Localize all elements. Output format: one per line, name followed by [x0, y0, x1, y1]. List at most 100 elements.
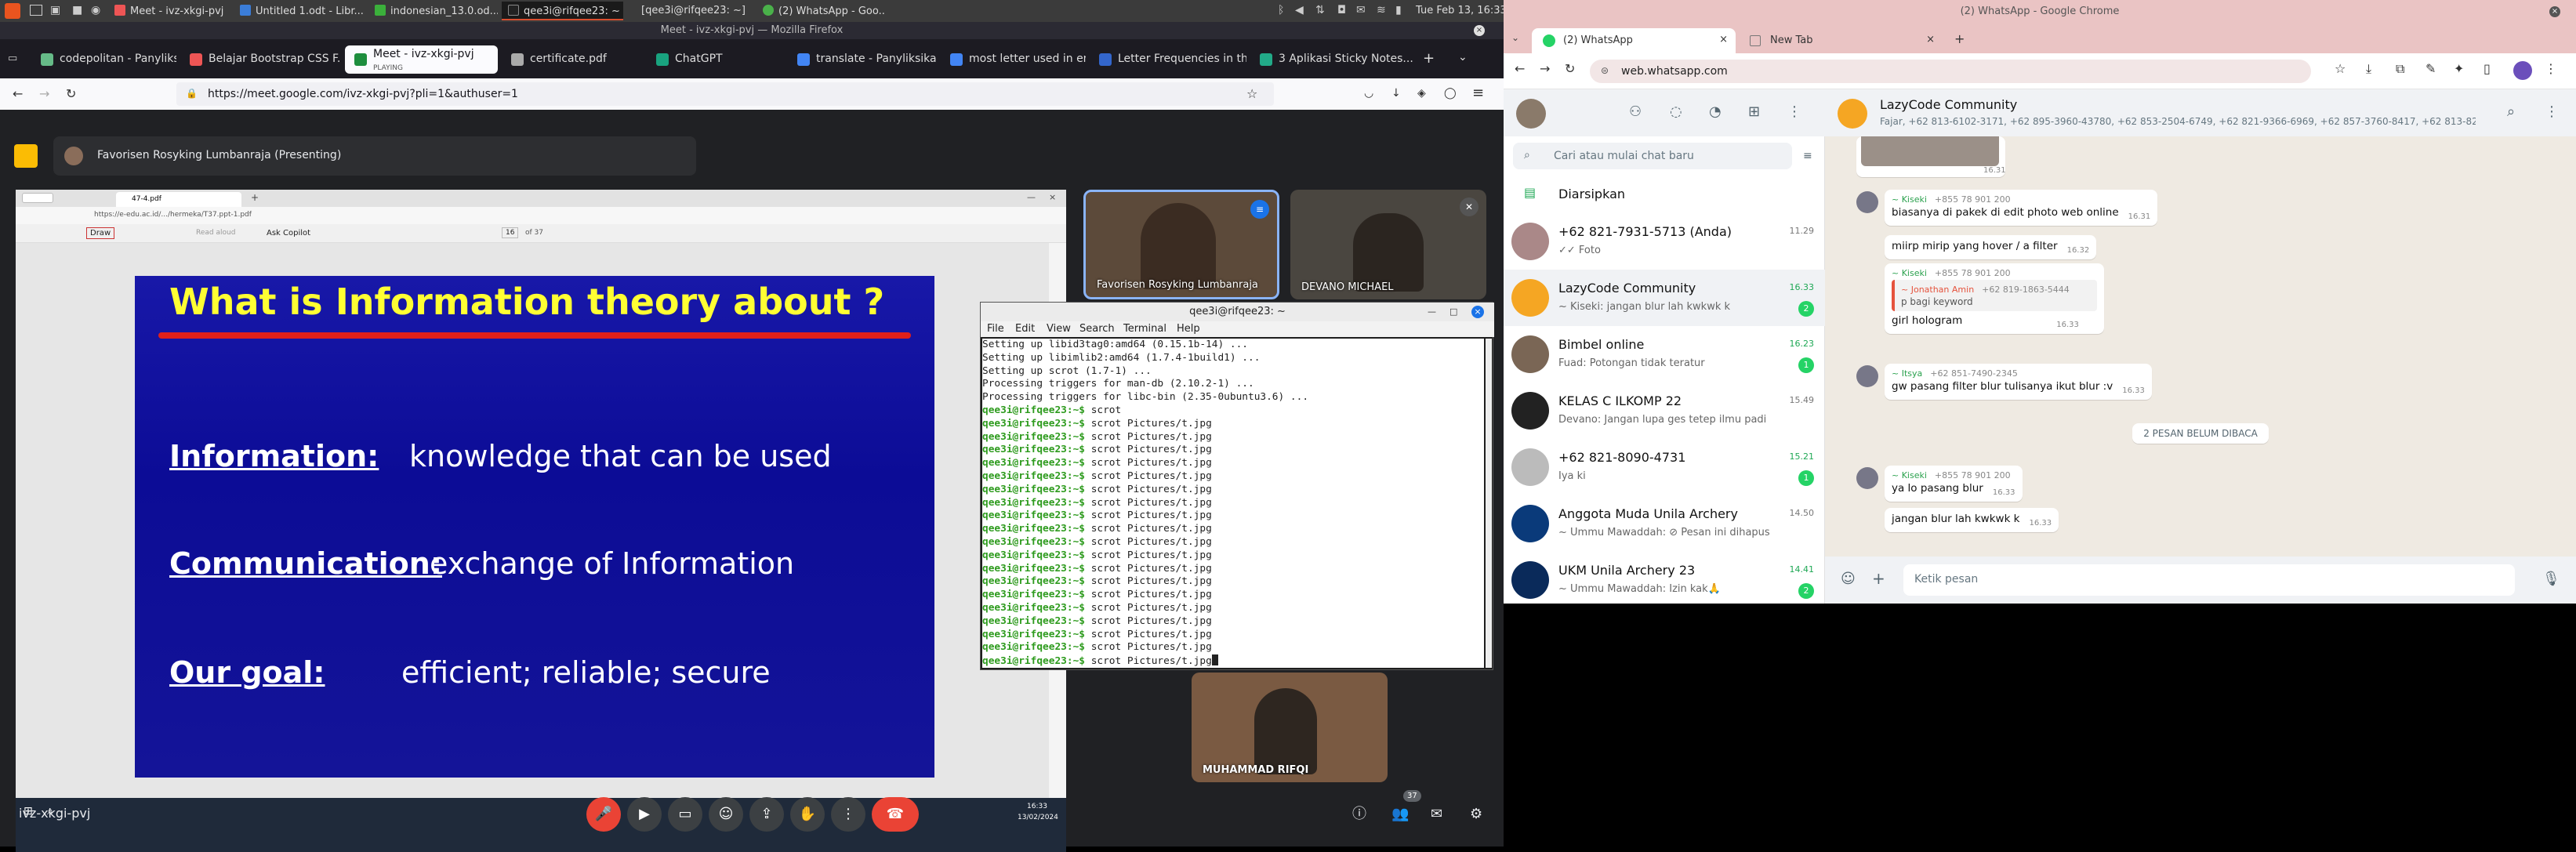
close-icon[interactable]: ×	[1471, 306, 1484, 318]
new-tab-icon[interactable]: +	[1954, 33, 1965, 45]
shield-icon[interactable]: ◘	[1337, 5, 1346, 16]
emoji-button[interactable]: ☺	[709, 797, 743, 832]
reload-icon[interactable]: ↻	[66, 88, 76, 100]
menu-help[interactable]: Help	[1177, 321, 1200, 337]
microphone-icon[interactable]: 🎙	[2542, 572, 2560, 586]
tab-new-tab[interactable]: New Tab ×	[1739, 28, 1943, 53]
url-bar[interactable]: 🔒 https://meet.google.com/ivz-xkgi-pvj?pl…	[176, 82, 1274, 106]
chat-row[interactable]: +62 821-8090-4731 Iya ki 15.21 1	[1504, 439, 1825, 495]
tab-letter-frequencies[interactable]: Letter Frequencies in th...	[1090, 45, 1246, 74]
maximize-icon[interactable]: □	[1449, 307, 1457, 316]
bluetooth-icon[interactable]: ᛒ	[1278, 5, 1284, 16]
tab-search-icon[interactable]: ⌄	[1511, 33, 1519, 42]
battery-icon[interactable]: ▮	[1395, 5, 1402, 16]
taskbar-app-terminal-2[interactable]: [qee3i@rifqee23: ~]	[635, 2, 753, 20]
taskbar-app-terminal[interactable]: qee3i@rifqee23: ~	[502, 2, 623, 20]
pocket-icon[interactable]: ◡	[1364, 88, 1373, 99]
back-icon[interactable]: ←	[13, 88, 23, 100]
chevron-down-icon[interactable]: ⌄	[1458, 52, 1468, 63]
info-icon[interactable]: ⓘ	[1352, 807, 1366, 821]
filter-icon[interactable]: ≡	[1803, 150, 1812, 161]
message-bubble[interactable]: miirp mirip yang hover / a filter 16.32	[1885, 235, 2097, 259]
terminal-output[interactable]: Setting up libid3tag0:amd64 (0.15.1b-14)…	[982, 339, 1484, 668]
more-vert-icon[interactable]: ⋮	[2545, 63, 2557, 75]
message-bubble[interactable]: ~ Kiseki +855 78 901 200 biasanya di pake…	[1885, 190, 2158, 226]
my-avatar[interactable]	[1516, 99, 1546, 129]
quoted-message[interactable]: ~ Jonathan Amin +62 819-1863-5444 p bagi …	[1892, 280, 2097, 311]
message-bubble[interactable]: jangan blur lah kwkwk k 16.33	[1885, 508, 2059, 532]
wifi-icon[interactable]: ≋	[1377, 5, 1386, 16]
message-image[interactable]	[1861, 136, 1999, 166]
profile-avatar[interactable]	[2513, 61, 2532, 80]
tab-codepolitan[interactable]: codepolitan - Panyliksik...	[31, 45, 176, 74]
status-icon[interactable]: ◌	[1670, 105, 1682, 119]
tab-whatsapp[interactable]: (2) WhatsApp ×	[1532, 28, 1736, 53]
sender-avatar[interactable]	[1856, 365, 1878, 387]
tab-translate[interactable]: translate - Panyliksikan...	[788, 45, 937, 74]
terminal-launcher-icon[interactable]: ▣	[50, 5, 60, 16]
new-tab-icon[interactable]: +	[1423, 52, 1435, 66]
terminal-window[interactable]: qee3i@rifqee23: ~ — □ × File Edit View S…	[980, 302, 1494, 670]
downloads-icon[interactable]: ⤓	[2366, 63, 2371, 75]
participant-tile-muhammad[interactable]: MUHAMMAD RIFQI	[1192, 673, 1388, 782]
network-icon[interactable]: ⇅	[1315, 5, 1325, 16]
mic-off-button[interactable]: 🎤	[586, 797, 621, 832]
side-panel-icon[interactable]: ▯	[2483, 63, 2491, 75]
account-icon[interactable]: ◯	[1444, 88, 1457, 99]
bookmark-star-icon[interactable]: ☆	[2335, 63, 2346, 75]
raise-hand-button[interactable]: ✋	[790, 797, 825, 832]
extensions-icon[interactable]: ◈	[1417, 88, 1426, 99]
url-bar[interactable]: ⊜ web.whatsapp.com	[1590, 60, 2311, 83]
tab-sticky-notes[interactable]: 3 Aplikasi Sticky Notes...	[1250, 45, 1415, 74]
forward-icon[interactable]: →	[39, 88, 49, 100]
files-launcher-icon[interactable]: ■	[72, 5, 82, 16]
close-window-icon[interactable]: ×	[2549, 6, 2560, 17]
image-message[interactable]: 16.31	[1856, 136, 2006, 177]
terminal-scrollbar[interactable]	[1486, 339, 1492, 668]
taskbar-app-calc[interactable]: indonesian_13.0.od...	[368, 2, 498, 20]
taskbar-app-meet[interactable]: Meet - ivz-xkgi-pvj	[108, 2, 226, 20]
volume-icon[interactable]: ◀	[1295, 5, 1304, 16]
new-chat-icon[interactable]: ⊞	[1748, 105, 1760, 119]
leave-call-button[interactable]: ☎	[872, 797, 919, 832]
participant-tile-favorisen[interactable]: ≡ Favorisen Rosyking Lumbanraja	[1083, 190, 1279, 299]
message-input[interactable]: Ketik pesan	[1903, 564, 2515, 596]
group-avatar[interactable]	[1838, 99, 1867, 129]
channels-icon[interactable]: ◔	[1709, 105, 1722, 119]
tab-bootstrap[interactable]: Belajar Bootstrap CSS F...	[180, 45, 341, 74]
puzzle-icon[interactable]: ✦	[2454, 63, 2464, 75]
message-bubble[interactable]: ~ Kiseki +855 78 901 200 ~ Jonathan Amin +…	[1885, 263, 2104, 334]
close-tab-icon[interactable]: ×	[1926, 34, 1935, 45]
chat-icon[interactable]: ✉	[1356, 5, 1366, 16]
menu-terminal[interactable]: Terminal	[1123, 321, 1166, 337]
reload-icon[interactable]: ↻	[1565, 63, 1575, 75]
sender-avatar[interactable]	[1856, 191, 1878, 213]
browser-launcher-icon[interactable]: ◉	[91, 5, 100, 16]
chat-row[interactable]: +62 821-7931-5713 (Anda) ✓✓ Foto 11.29	[1504, 213, 1825, 270]
chat-row[interactable]: LazyCode Community ~ Kiseki: jangan blur …	[1504, 270, 1825, 326]
menu-search[interactable]: Search	[1079, 321, 1115, 337]
menu-icon[interactable]: ⋮	[1787, 105, 1801, 119]
activities-icon[interactable]: ⚙	[1470, 807, 1482, 821]
taskbar-app-writer[interactable]: Untitled 1.odt - Libr...	[234, 2, 363, 20]
tab-chatgpt[interactable]: ChatGPT	[647, 45, 784, 74]
chat-row[interactable]: Anggota Muda Unila Archery ~ Ummu Mawadda…	[1504, 495, 1825, 552]
attach-plus-icon[interactable]: +	[1872, 571, 1885, 586]
chat-row[interactable]: UKM Unila Archery 23 ~ Ummu Mawaddah: Izi…	[1504, 552, 1825, 608]
minimize-icon[interactable]: —	[1428, 307, 1436, 316]
people-icon[interactable]: 👥	[1391, 807, 1409, 821]
taskbar-app-whatsapp[interactable]: (2) WhatsApp - Goo...	[756, 2, 886, 20]
downloads-icon[interactable]: ↓	[1391, 88, 1401, 99]
extensions-icon[interactable]: ⧉	[2396, 63, 2404, 75]
close-window-icon[interactable]: ×	[1474, 25, 1485, 36]
communities-icon[interactable]: ⚇	[1629, 105, 1642, 119]
captions-button[interactable]: ▭	[668, 797, 702, 832]
more-options-button[interactable]: ⋮	[831, 797, 865, 832]
menu-icon[interactable]: ≡	[1472, 86, 1484, 100]
sender-avatar[interactable]	[1856, 467, 1878, 489]
menu-edit[interactable]: Edit	[1015, 321, 1035, 337]
apps-menu-icon[interactable]	[5, 3, 20, 19]
forward-icon[interactable]: →	[1540, 63, 1550, 75]
clock[interactable]: Tue Feb 13, 16:33	[1416, 5, 1507, 16]
message-bubble[interactable]: ~ Kiseki +855 78 901 200 ya lo pasang blu…	[1885, 466, 2023, 502]
